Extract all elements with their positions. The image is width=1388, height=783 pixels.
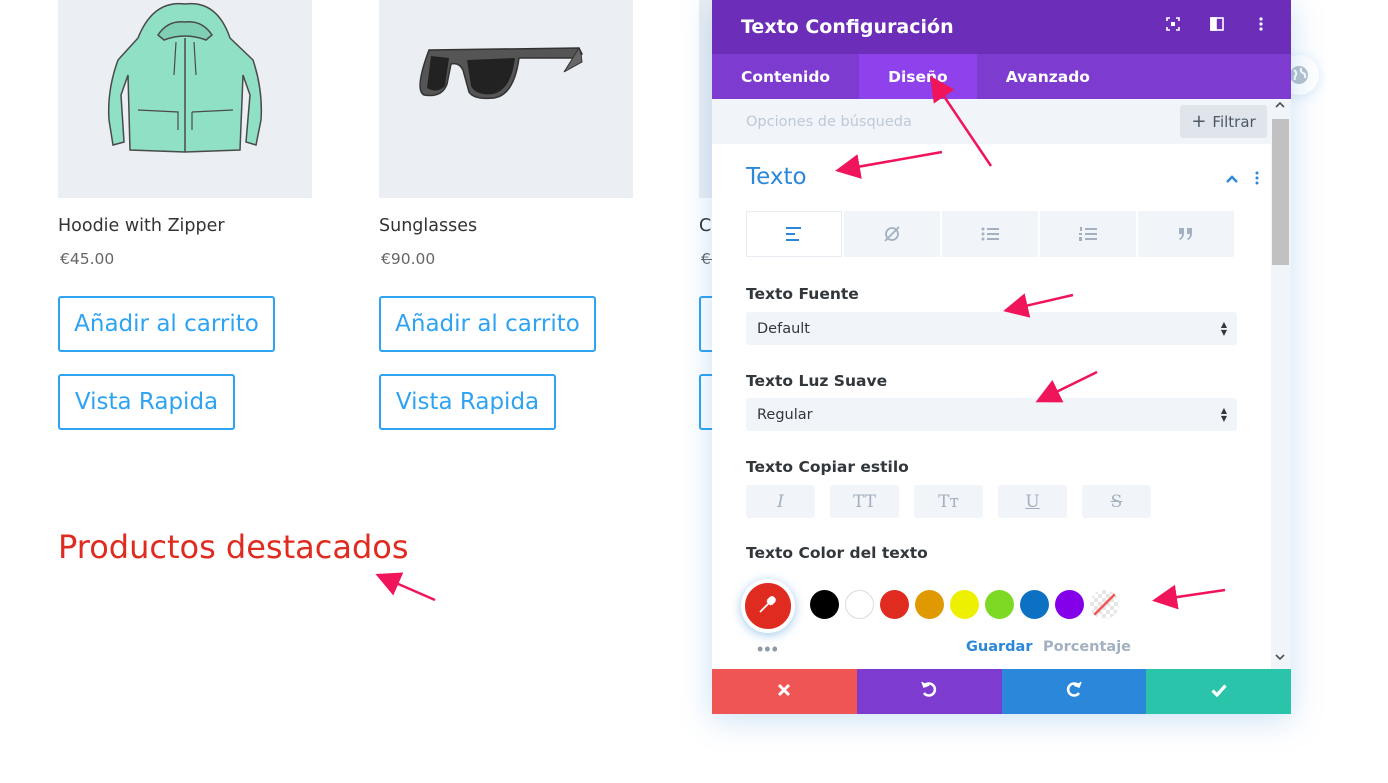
swatch-orange[interactable] [915, 590, 944, 619]
add-to-cart-button[interactable]: Añadir al carrito [58, 296, 275, 352]
product-card: Sunglasses €90.00 Añadir al carrito Vist… [379, 0, 633, 430]
font-weight-value: Regular [757, 406, 813, 423]
chevron-up-icon[interactable] [1225, 171, 1239, 190]
plus-icon: + [1191, 110, 1207, 132]
discard-button[interactable] [712, 669, 857, 714]
add-to-cart-button[interactable]: Añadir al carrito [379, 296, 596, 352]
more-options-icon[interactable] [1251, 14, 1271, 34]
filter-button[interactable]: + Filtrar [1180, 105, 1267, 138]
color-swatches [810, 590, 1119, 619]
percentage-link[interactable]: Porcentaje [1043, 639, 1131, 655]
no-style-icon[interactable] [844, 211, 940, 257]
undo-button[interactable] [856, 669, 1002, 714]
text-alignment-options [746, 211, 1234, 257]
close-icon [777, 680, 791, 703]
numbered-list-icon[interactable] [1040, 211, 1136, 257]
product-price: €45.00 [60, 250, 115, 268]
redo-button[interactable] [1001, 669, 1147, 714]
swatch-white[interactable] [845, 590, 874, 619]
product-image-hoodie[interactable] [58, 0, 312, 198]
scrollbar-thumb[interactable] [1272, 119, 1289, 265]
color-picker-button[interactable] [741, 579, 795, 633]
save-color-link[interactable]: Guardar [966, 639, 1032, 655]
font-select[interactable]: Default ▲ ▼ [746, 312, 1237, 345]
modal-tabs: Contenido Diseño Avanzado [712, 54, 1291, 99]
font-weight-select[interactable]: Regular ▲ ▼ [746, 398, 1237, 431]
align-left-icon[interactable] [746, 211, 842, 257]
quick-view-button[interactable]: Vista Rapida [58, 374, 235, 430]
tab-contenido[interactable]: Contenido [712, 54, 859, 99]
featured-products-heading[interactable]: Productos destacados [58, 528, 409, 566]
product-image-sunglasses[interactable] [379, 0, 633, 198]
product-name[interactable]: Sunglasses [379, 216, 477, 236]
select-caret-icon: ▲ ▼ [1220, 320, 1227, 337]
product-price: €90.00 [381, 250, 436, 268]
small-caps-button[interactable]: Tт [914, 485, 983, 518]
swatch-purple[interactable] [1055, 590, 1084, 619]
more-colors-icon[interactable]: ••• [757, 639, 779, 660]
swatch-transparent[interactable] [1090, 590, 1119, 619]
modal-scrollbar[interactable] [1271, 99, 1291, 669]
section-menu-icon[interactable] [1255, 171, 1259, 190]
redo-icon [1065, 680, 1083, 704]
split-view-icon[interactable] [1207, 14, 1227, 34]
scroll-up-icon[interactable] [1275, 101, 1285, 112]
underline-button[interactable]: U [998, 485, 1067, 518]
quote-icon[interactable] [1138, 211, 1234, 257]
search-input[interactable]: Opciones de búsqueda [746, 114, 912, 130]
text-color-label: Texto Color del texto [746, 544, 928, 562]
quick-view-button[interactable]: Vista Rapida [379, 374, 556, 430]
bulleted-list-icon[interactable] [942, 211, 1038, 257]
undo-icon [920, 680, 938, 704]
swatch-black[interactable] [810, 590, 839, 619]
modal-header[interactable]: Texto Configuración [712, 0, 1291, 54]
save-button[interactable] [1146, 669, 1291, 714]
select-caret-icon: ▲ ▼ [1220, 406, 1227, 423]
font-value: Default [757, 320, 810, 337]
swatch-blue[interactable] [1020, 590, 1049, 619]
swatch-yellow[interactable] [950, 590, 979, 619]
font-style-label: Texto Copiar estilo [746, 458, 909, 476]
tab-diseno[interactable]: Diseño [859, 54, 977, 99]
font-style-options: I TT Tт U S [746, 485, 1151, 518]
font-label: Texto Fuente [746, 285, 859, 303]
modal-footer [712, 669, 1291, 714]
scroll-down-icon[interactable] [1275, 653, 1285, 664]
fullscreen-icon[interactable] [1163, 14, 1183, 34]
product-card: Hoodie with Zipper €45.00 Añadir al carr… [58, 0, 312, 430]
section-title-text[interactable]: Texto [746, 164, 807, 190]
arrow-annotation [375, 572, 436, 602]
font-weight-label: Texto Luz Suave [746, 372, 888, 390]
eyedropper-icon [758, 594, 778, 619]
modal-body: Opciones de búsqueda + Filtrar Texto Tex… [712, 99, 1271, 669]
swatch-red[interactable] [880, 590, 909, 619]
italic-button[interactable]: I [746, 485, 815, 518]
product-name[interactable]: Hoodie with Zipper [58, 216, 225, 236]
text-settings-modal: Texto Configuración Contenido Diseño Ava… [712, 0, 1291, 714]
modal-title: Texto Configuración [741, 16, 954, 38]
tab-avanzado[interactable]: Avanzado [977, 54, 1119, 99]
check-icon [1210, 680, 1227, 703]
options-search[interactable]: Opciones de búsqueda + Filtrar [712, 99, 1271, 144]
swatch-green[interactable] [985, 590, 1014, 619]
uppercase-button[interactable]: TT [830, 485, 899, 518]
filter-label: Filtrar [1212, 112, 1256, 131]
strikethrough-button[interactable]: S [1082, 485, 1151, 518]
